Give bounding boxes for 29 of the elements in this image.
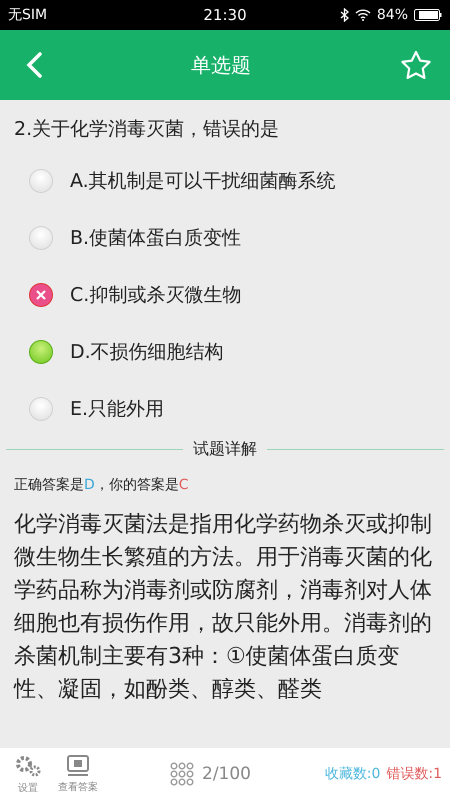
star-icon[interactable] bbox=[400, 50, 432, 80]
answer-option[interactable]: A.其机制是可以干扰细菌酶系统 bbox=[0, 152, 450, 209]
radio-button[interactable] bbox=[29, 282, 53, 306]
settings-button[interactable]: 设置 bbox=[14, 754, 42, 794]
answer-option[interactable]: B.使菌体蛋白质变性 bbox=[0, 209, 450, 266]
clock: 21:30 bbox=[203, 6, 247, 24]
answer-option[interactable]: C.抑制或杀灭微生物 bbox=[0, 266, 450, 323]
monitor-icon bbox=[66, 754, 90, 776]
question-text: 2.关于化学消毒灭菌，错误的是 bbox=[13, 117, 280, 142]
explanation-text: 化学消毒灭菌法是指用化学药物杀灭或抑制微生物生长繁殖的方法。用于消毒灭菌的化学药品称为消毒剂或防腐剂，消毒剂对人体细胞也有损伤作用，故只能外用。消毒剂的杀菌机制主要有3种：①使菌体蛋白质变性、凝固，如酚类、醇类、醛类 bbox=[12, 511, 433, 704]
wifi-icon bbox=[354, 9, 371, 21]
answer-summary: 正确答案是D，你的答案是C bbox=[13, 476, 190, 495]
cross-icon bbox=[35, 288, 47, 300]
battery-percent: 84% bbox=[376, 7, 408, 23]
grid-icon bbox=[170, 762, 194, 786]
back-icon[interactable] bbox=[26, 52, 42, 78]
battery-icon bbox=[414, 9, 442, 21]
page-title: 单选题 bbox=[191, 52, 251, 78]
gear-icon bbox=[14, 754, 42, 778]
view-answer-button[interactable]: 查看答案 bbox=[58, 754, 98, 794]
answer-option[interactable]: E.只能外用 bbox=[0, 380, 450, 437]
bluetooth-icon bbox=[340, 8, 349, 22]
section-heading: 试题详解 bbox=[193, 439, 257, 460]
radio-button[interactable] bbox=[29, 340, 53, 364]
favorites-count: 收藏数:0 bbox=[324, 765, 380, 783]
carrier: 无SIM bbox=[8, 6, 48, 24]
answer-option[interactable]: D.不损伤细胞结构 bbox=[0, 323, 450, 380]
question-index-button[interactable]: 2/100 bbox=[170, 762, 251, 786]
error-count: 错误数:1 bbox=[386, 765, 442, 783]
